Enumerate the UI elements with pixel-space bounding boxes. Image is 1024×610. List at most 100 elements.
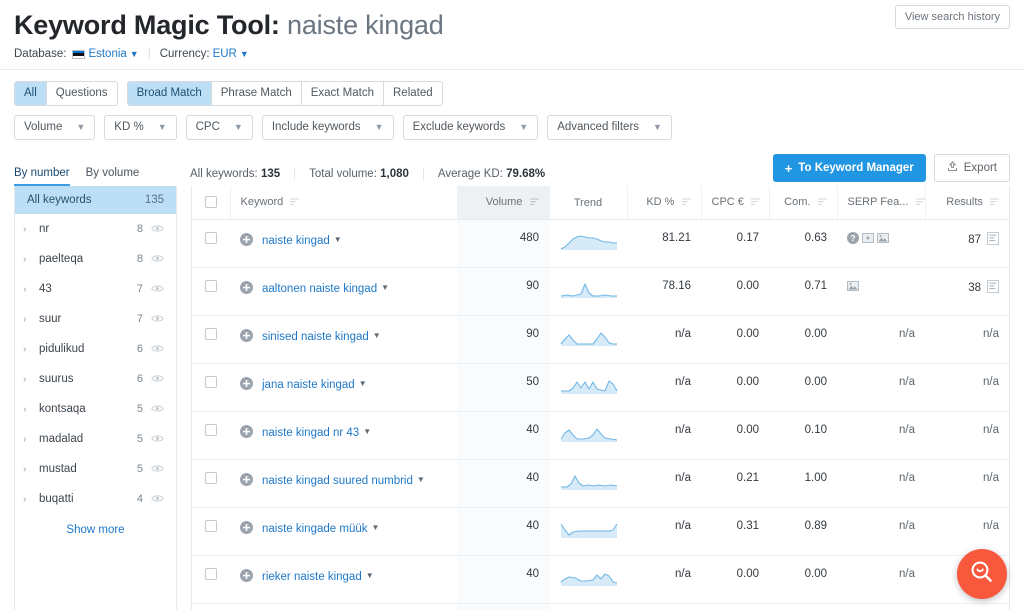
view-search-history-button[interactable]: View search history xyxy=(894,5,1010,29)
row-checkbox-cell[interactable] xyxy=(192,411,230,460)
table-row[interactable]: naiste kingade müük ▼ 40 n/a 0.31 0.89 n/… xyxy=(192,507,1009,556)
row-checkbox[interactable] xyxy=(205,328,217,340)
table-row[interactable]: rieker naiste kingad ▼ 40 n/a 0.00 0.00 n… xyxy=(192,555,1009,604)
filter-volume[interactable]: Volume ▼ xyxy=(14,115,96,140)
tab-by-volume[interactable]: By volume xyxy=(86,167,140,186)
select-all-checkbox[interactable] xyxy=(204,196,217,208)
keyword-link[interactable]: jana naiste kingad ▼ xyxy=(262,376,367,393)
chevron-down-icon[interactable]: ▼ xyxy=(363,424,371,440)
chevron-down-icon[interactable]: ▼ xyxy=(240,49,249,59)
add-keyword-icon[interactable] xyxy=(240,473,253,489)
filter-include-keywords[interactable]: Include keywords ▼ xyxy=(261,115,394,140)
row-checkbox-cell[interactable] xyxy=(192,219,230,268)
filter-exclude-keywords[interactable]: Exclude keywords ▼ xyxy=(402,115,539,140)
sort-icon[interactable] xyxy=(290,197,300,209)
sidebar-item-kontsaqa[interactable]: › kontsaqa 5 xyxy=(15,394,176,424)
tab-exact-match[interactable]: Exact Match xyxy=(302,82,384,105)
row-checkbox-cell[interactable] xyxy=(192,267,230,316)
chevron-down-icon[interactable]: ▼ xyxy=(373,328,381,344)
to-keyword-manager-button[interactable]: + To Keyword Manager xyxy=(772,154,926,182)
eye-icon[interactable] xyxy=(151,374,164,384)
video-icon[interactable] xyxy=(862,232,874,247)
th-volume[interactable]: Volume xyxy=(456,186,549,220)
eye-icon[interactable] xyxy=(151,404,164,414)
keyword-link[interactable]: naiste kingad suured numbrid ▼ xyxy=(262,472,425,489)
th-results[interactable]: Results xyxy=(924,186,1009,220)
table-row[interactable]: naiste kingad ▼ 480 81.21 0.17 0.63 ? 87 xyxy=(192,219,1009,268)
image-icon[interactable] xyxy=(847,280,859,295)
chevron-down-icon[interactable]: ▼ xyxy=(366,568,374,584)
table-row[interactable]: naiste kingad 43▼ 30 n/a 0.00 0.67 n/a n… xyxy=(192,603,1009,610)
eye-icon[interactable] xyxy=(151,464,164,474)
sidebar-item-mustad[interactable]: › mustad 5 xyxy=(15,454,176,484)
tab-by-number[interactable]: By number xyxy=(14,167,70,186)
eye-icon[interactable] xyxy=(151,434,164,444)
row-checkbox[interactable] xyxy=(205,232,217,244)
eye-icon[interactable] xyxy=(151,314,164,324)
sidebar-item-buqatti[interactable]: › buqatti 4 xyxy=(15,484,176,514)
sidebar-item-nr[interactable]: › nr 8 xyxy=(15,214,176,244)
th-com[interactable]: Com. xyxy=(768,186,837,220)
sort-icon[interactable] xyxy=(990,197,999,209)
add-keyword-icon[interactable] xyxy=(240,329,253,345)
add-keyword-icon[interactable] xyxy=(240,521,253,537)
show-more-button[interactable]: Show more xyxy=(15,514,176,548)
eye-icon[interactable] xyxy=(151,344,164,354)
row-checkbox-cell[interactable] xyxy=(192,363,230,412)
sidebar-item-paelteqa[interactable]: › paelteqa 8 xyxy=(15,244,176,274)
question-icon[interactable]: ? xyxy=(847,232,859,247)
image-icon[interactable] xyxy=(877,232,889,247)
sort-icon[interactable] xyxy=(915,197,925,209)
export-button[interactable]: Export xyxy=(933,154,1010,182)
row-checkbox[interactable] xyxy=(205,520,217,532)
keyword-link[interactable]: naiste kingad ▼ xyxy=(262,232,342,249)
filter-cpc[interactable]: CPC ▼ xyxy=(185,115,253,140)
sort-icon[interactable] xyxy=(817,197,827,209)
eye-icon[interactable] xyxy=(151,224,164,234)
th-keyword[interactable]: Keyword xyxy=(229,186,457,220)
chevron-down-icon[interactable]: ▼ xyxy=(359,376,367,392)
th-serp-features[interactable]: SERP Fea... xyxy=(836,186,925,220)
row-checkbox[interactable] xyxy=(205,376,217,388)
chevron-down-icon[interactable]: ▼ xyxy=(130,49,139,59)
keyword-link[interactable]: naiste kingade müük ▼ xyxy=(262,520,379,537)
chevron-down-icon[interactable]: ▼ xyxy=(381,280,389,296)
row-checkbox-cell[interactable] xyxy=(192,315,230,364)
sort-icon[interactable] xyxy=(750,197,760,209)
eye-icon[interactable] xyxy=(151,284,164,294)
row-checkbox-cell[interactable] xyxy=(192,555,230,604)
database-select[interactable]: Estonia xyxy=(88,48,126,60)
sidebar-item-madalad[interactable]: › madalad 5 xyxy=(15,424,176,454)
table-row[interactable]: aaltonen naiste kingad ▼ 90 78.16 0.00 0.… xyxy=(192,267,1009,316)
chevron-down-icon[interactable]: ▼ xyxy=(371,520,379,536)
currency-select[interactable]: EUR xyxy=(213,48,237,60)
serp-results-icon[interactable] xyxy=(987,232,999,248)
row-checkbox[interactable] xyxy=(205,568,217,580)
eye-icon[interactable] xyxy=(151,254,164,264)
sidebar-item-pidulikud[interactable]: › pidulikud 6 xyxy=(15,334,176,364)
th-cpc[interactable]: CPC € xyxy=(700,186,769,220)
filter-advanced[interactable]: Advanced filters ▼ xyxy=(547,115,672,140)
tab-all[interactable]: All xyxy=(15,82,47,105)
table-row[interactable]: naiste kingad suured numbrid ▼ 40 n/a 0.2… xyxy=(192,459,1009,508)
table-row[interactable]: sinised naiste kingad ▼ 90 n/a 0.00 0.00 … xyxy=(192,315,1009,364)
sort-icon[interactable] xyxy=(681,197,691,209)
table-row[interactable]: jana naiste kingad ▼ 50 n/a 0.00 0.00 n/a… xyxy=(192,363,1009,412)
filter-kd[interactable]: KD % ▼ xyxy=(104,115,177,140)
th-select-all[interactable] xyxy=(192,186,230,220)
keyword-link[interactable]: sinised naiste kingad ▼ xyxy=(262,328,381,345)
row-checkbox-cell[interactable] xyxy=(192,459,230,508)
keyword-link[interactable]: naiste kingad nr 43 ▼ xyxy=(262,424,371,441)
th-kd[interactable]: KD % xyxy=(626,186,701,220)
tab-related[interactable]: Related xyxy=(384,82,442,105)
chevron-down-icon[interactable]: ▼ xyxy=(334,232,342,248)
sidebar-item-all-keywords[interactable]: All keywords 135 xyxy=(15,186,176,214)
row-checkbox-cell[interactable] xyxy=(192,507,230,556)
tab-broad-match[interactable]: Broad Match xyxy=(127,82,212,105)
add-keyword-icon[interactable] xyxy=(240,377,253,393)
add-keyword-icon[interactable] xyxy=(240,569,253,585)
sidebar-item-43[interactable]: › 43 7 xyxy=(15,274,176,304)
sort-icon[interactable] xyxy=(529,197,539,209)
sidebar-item-suurus[interactable]: › suurus 6 xyxy=(15,364,176,394)
keyword-link[interactable]: aaltonen naiste kingad ▼ xyxy=(262,280,389,297)
